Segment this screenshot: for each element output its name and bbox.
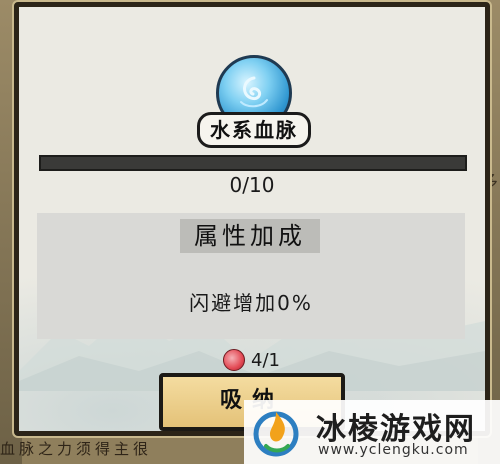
progress-bar [39, 155, 467, 171]
cost-row: 4/1 [223, 348, 280, 372]
attribute-line: 闪避增加0% [189, 291, 313, 315]
attribute-box: 属性加成 闪避增加0% [37, 213, 465, 339]
cost-text: 4/1 [251, 349, 280, 371]
watermark: 冰棱游戏网 www.yclengku.com [244, 400, 500, 464]
watermark-url: www.yclengku.com [318, 442, 469, 458]
attribute-heading: 属性加成 [180, 219, 320, 253]
red-coin-icon [223, 349, 245, 371]
flame-logo-icon [253, 411, 299, 457]
progress-text: 0/10 [229, 173, 275, 197]
bloodline-name: 水系血脉 [197, 112, 311, 148]
bloodline-panel: 水系血脉 0/10 属性加成 闪避增加0% 4/1 吸纳 [14, 2, 490, 436]
